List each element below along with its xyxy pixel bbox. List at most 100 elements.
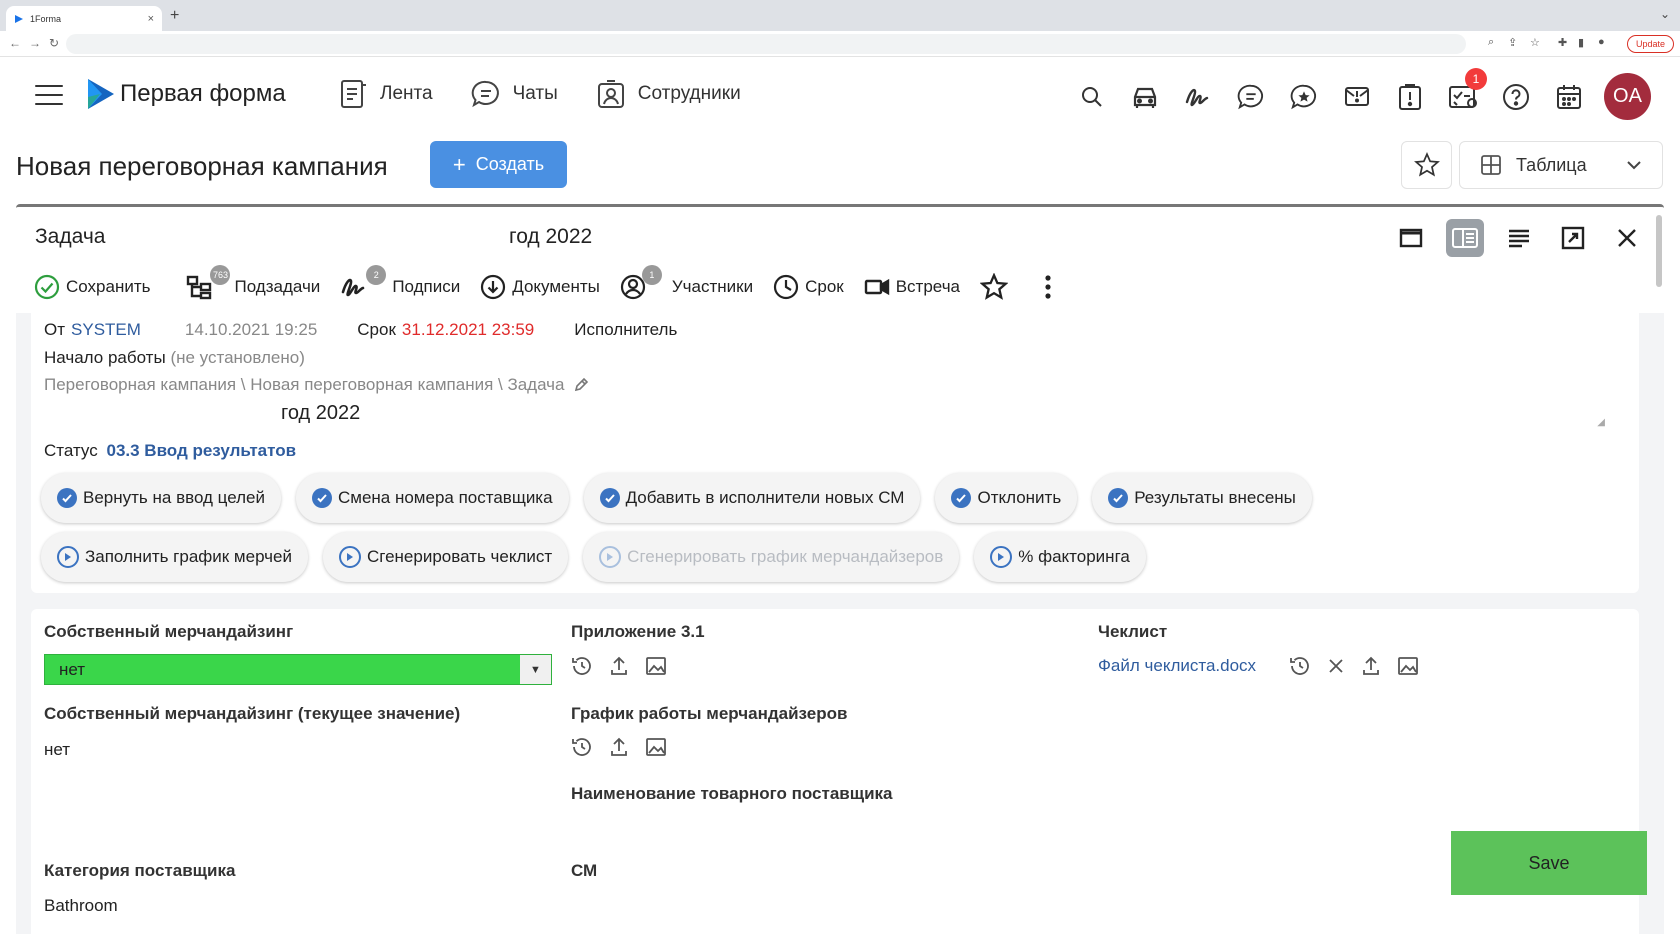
favorite-button[interactable] bbox=[1401, 141, 1452, 189]
avatar[interactable]: OA bbox=[1604, 73, 1651, 120]
save-button[interactable]: Сохранить bbox=[34, 274, 150, 300]
task-favorite-button[interactable] bbox=[980, 273, 1008, 301]
tab-close-icon[interactable]: × bbox=[148, 13, 154, 25]
participants-button[interactable]: 1 Участники bbox=[620, 265, 753, 300]
breadcrumb-path[interactable]: Переговорная кампания \ Новая переговорн… bbox=[44, 375, 565, 395]
back-icon[interactable]: ← bbox=[9, 36, 21, 50]
deadline-value[interactable]: 31.12.2021 23:59 bbox=[402, 320, 534, 340]
nav-employees[interactable]: Сотрудники bbox=[596, 79, 741, 109]
nav-chats[interactable]: Чаты bbox=[471, 79, 558, 109]
address-bar[interactable] bbox=[66, 34, 1466, 54]
action-label: Вернуть на ввод целей bbox=[83, 488, 265, 507]
list-view-button[interactable] bbox=[1500, 219, 1538, 257]
appendix-file-actions bbox=[571, 655, 667, 677]
task-fields-card: Собственный мерчандайзинг нет ▼ Собствен… bbox=[31, 609, 1639, 934]
fullscreen-button[interactable] bbox=[1554, 219, 1592, 257]
floating-save-button[interactable]: Save bbox=[1451, 831, 1647, 895]
signatures-button[interactable]: 2 Подписи bbox=[340, 265, 460, 300]
new-tab-button[interactable]: + bbox=[170, 7, 179, 25]
action-fill-merch-schedule[interactable]: Заполнить график мерчей bbox=[41, 532, 308, 582]
image-icon[interactable] bbox=[1397, 656, 1419, 676]
panel-window-controls bbox=[1392, 219, 1646, 257]
action-return-to-goals[interactable]: Вернуть на ввод целей bbox=[41, 473, 281, 523]
subtasks-button[interactable]: 763 Подзадачи bbox=[186, 265, 321, 300]
bookmark-star-icon[interactable]: ☆ bbox=[1530, 36, 1540, 49]
check-badge-icon bbox=[951, 488, 972, 508]
alert-icon[interactable] bbox=[1394, 81, 1425, 112]
window-mode-button[interactable] bbox=[1392, 219, 1430, 257]
help-icon[interactable] bbox=[1500, 81, 1531, 112]
deadline-button[interactable]: Срок bbox=[773, 274, 844, 300]
upload-icon[interactable] bbox=[609, 736, 629, 758]
calendar-icon[interactable] bbox=[1553, 81, 1584, 112]
action-results-entered[interactable]: Результаты внесены bbox=[1092, 473, 1312, 523]
signature-icon[interactable] bbox=[1182, 81, 1213, 112]
signature-icon bbox=[342, 278, 365, 297]
action-label: Результаты внесены bbox=[1134, 488, 1296, 507]
split-view-button[interactable] bbox=[1446, 219, 1484, 257]
split-view-icon bbox=[1452, 228, 1478, 248]
browser-tab[interactable]: 1Forma × bbox=[6, 6, 162, 31]
menu-icon[interactable] bbox=[35, 85, 63, 107]
zoom-icon[interactable]: ⌕ bbox=[1488, 36, 1494, 49]
author-link[interactable]: SYSTEM bbox=[71, 320, 141, 340]
task-meta-row: От SYSTEM 14.10.2021 19:25 Срок 31.12.20… bbox=[44, 320, 677, 340]
remove-icon[interactable] bbox=[1327, 657, 1345, 675]
profile-icon[interactable]: ● bbox=[1598, 36, 1605, 48]
own-merch-select-value: нет bbox=[59, 659, 86, 679]
meeting-button[interactable]: Встреча bbox=[864, 276, 960, 298]
forward-icon[interactable]: → bbox=[29, 36, 41, 50]
history-icon[interactable] bbox=[571, 736, 593, 758]
browser-update-button[interactable]: Update bbox=[1626, 35, 1674, 53]
pencil-icon[interactable] bbox=[573, 377, 589, 393]
action-generate-checklist[interactable]: Сгенерировать чеклист bbox=[322, 532, 569, 582]
documents-button[interactable]: Документы bbox=[480, 274, 600, 300]
image-icon[interactable] bbox=[645, 737, 667, 757]
tab-search-icon[interactable]: ⌄ bbox=[1660, 7, 1670, 21]
tasks-icon[interactable]: 1 bbox=[1447, 68, 1487, 112]
history-icon[interactable] bbox=[571, 655, 593, 677]
car-icon[interactable] bbox=[1129, 81, 1160, 112]
check-badge-icon bbox=[57, 488, 77, 508]
app-header: Первая форма Лента Чаты Сотрудники 1 OA bbox=[0, 57, 1680, 137]
mail-alert-icon[interactable] bbox=[1341, 81, 1372, 112]
action-label: Сгенерировать график мерчандайзеров bbox=[627, 547, 944, 566]
view-mode-select[interactable]: Таблица bbox=[1459, 141, 1663, 189]
task-toolbar: Сохранить 763 Подзадачи 2 Подписи Докуме… bbox=[34, 265, 1072, 304]
check-badge-icon bbox=[599, 488, 620, 508]
close-panel-button[interactable] bbox=[1608, 219, 1646, 257]
favorites-chat-icon[interactable] bbox=[1288, 81, 1319, 112]
task-panel: Задача год 2022 Сохранить 763 Подзадачи … bbox=[16, 204, 1664, 934]
more-menu-button[interactable] bbox=[1044, 274, 1052, 300]
checklist-file-link[interactable]: Файл чеклиста.docx bbox=[1098, 656, 1256, 676]
panel-scrollbar[interactable] bbox=[1656, 215, 1662, 287]
action-factoring[interactable]: % факторинга bbox=[974, 532, 1146, 582]
subtasks-button-label: Подзадачи bbox=[234, 277, 321, 296]
sidepanel-icon[interactable]: ▮ bbox=[1578, 36, 1584, 49]
documents-button-label: Документы bbox=[512, 277, 600, 296]
task-description[interactable]: год 2022 bbox=[281, 402, 360, 425]
action-change-supplier-number[interactable]: Смена номера поставщика bbox=[295, 473, 569, 523]
history-icon[interactable] bbox=[1289, 655, 1311, 677]
browser-tab-title: 1Forma bbox=[30, 13, 62, 24]
image-icon[interactable] bbox=[645, 656, 667, 676]
search-icon[interactable] bbox=[1076, 81, 1107, 112]
share-icon[interactable]: ⇪ bbox=[1508, 36, 1517, 49]
resize-handle-icon[interactable]: ◢ bbox=[1597, 417, 1605, 428]
check-badge-icon bbox=[1108, 488, 1129, 508]
play-circle-icon bbox=[990, 546, 1013, 568]
app-logo[interactable]: Первая форма bbox=[86, 77, 286, 111]
nav-feed[interactable]: Лента bbox=[340, 79, 433, 109]
own-merch-select[interactable]: нет ▼ bbox=[44, 654, 552, 685]
reload-icon[interactable]: ↻ bbox=[49, 36, 59, 50]
action-reject[interactable]: Отклонить bbox=[935, 473, 1078, 523]
upload-icon[interactable] bbox=[1361, 655, 1381, 677]
messages-icon[interactable] bbox=[1235, 81, 1266, 112]
task-header: Задача год 2022 Сохранить 763 Подзадачи … bbox=[16, 207, 1664, 313]
extensions-icon[interactable]: ✚ bbox=[1558, 36, 1567, 49]
upload-icon[interactable] bbox=[609, 655, 629, 677]
action-add-new-cm[interactable]: Добавить в исполнители новых СМ bbox=[583, 473, 921, 523]
nav-chats-label: Чаты bbox=[512, 83, 558, 104]
page-title: Новая переговорная кампания bbox=[16, 151, 388, 181]
create-button[interactable]: + Создать bbox=[430, 141, 567, 188]
